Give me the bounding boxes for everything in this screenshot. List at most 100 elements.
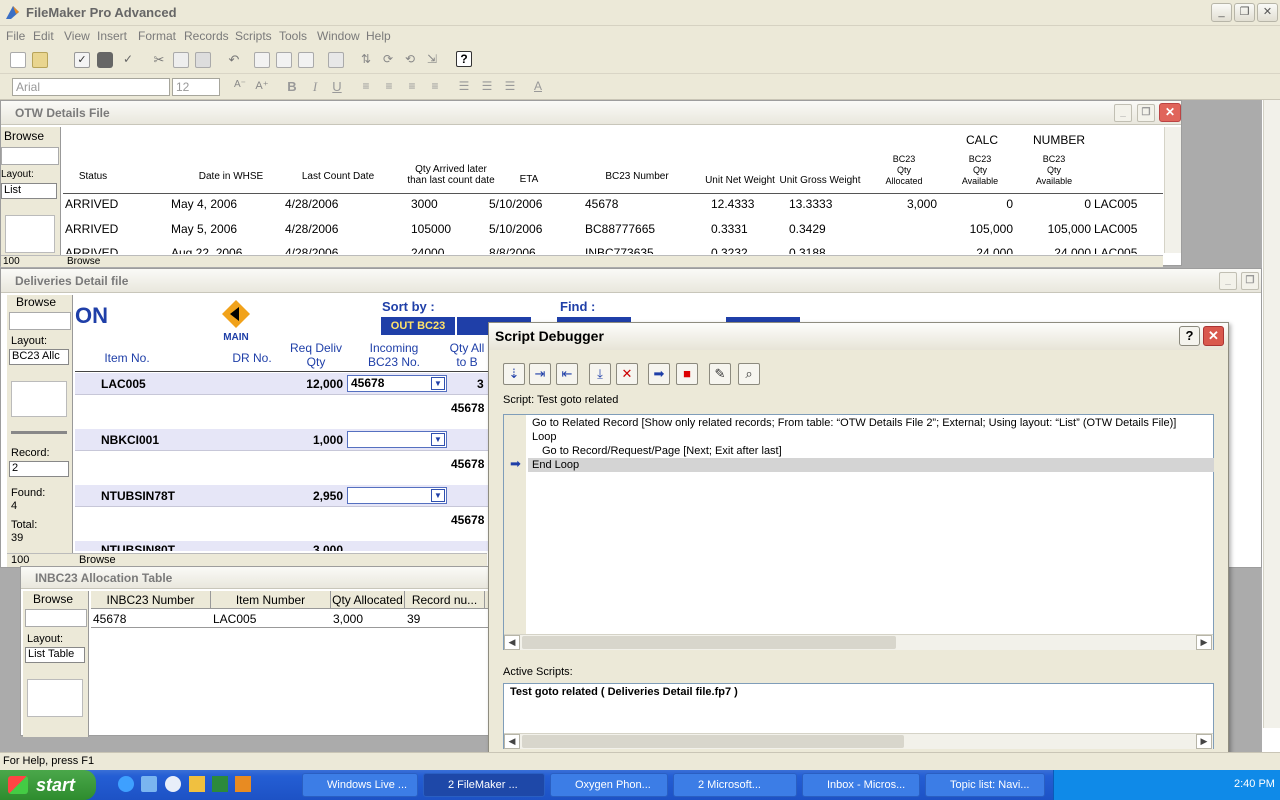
otw-row1-avail-calc[interactable]: 0: [963, 197, 1013, 211]
deliv-restore-button[interactable]: ❐: [1241, 272, 1259, 290]
inbc-row1-number[interactable]: 45678: [93, 612, 126, 626]
main-home-button[interactable]: MAIN: [221, 299, 251, 343]
chevron-down-icon[interactable]: ▼: [431, 377, 445, 390]
menu-view[interactable]: View: [64, 29, 90, 43]
scroll-thumb[interactable]: [522, 636, 896, 649]
script-step-3[interactable]: Go to Record/Request/Page [Next; Exit af…: [542, 445, 782, 457]
otw-minimize-button[interactable]: _: [1114, 104, 1132, 122]
task-oxygen-phone[interactable]: Oxygen Phon...: [550, 773, 668, 797]
font-select[interactable]: Arial: [12, 78, 170, 96]
deliv-row3-bc23-dropdown[interactable]: ▼: [347, 487, 447, 504]
menu-format[interactable]: Format: [138, 29, 176, 43]
deliv-row2-qty[interactable]: 1,000: [293, 433, 343, 447]
otw-row2-item[interactable]: LAC005: [1094, 222, 1137, 236]
menu-file[interactable]: File: [6, 29, 25, 43]
otw-row3-avail-num[interactable]: 24,000: [1039, 246, 1091, 254]
inbc-row1[interactable]: 45678 LAC005 3,000 39: [91, 610, 491, 628]
menu-tools[interactable]: Tools: [279, 29, 307, 43]
otw-row2-qty[interactable]: 105000: [411, 222, 451, 236]
font-size-select[interactable]: 12: [172, 78, 220, 96]
script-horizontal-scrollbar[interactable]: ◀ ▶: [504, 634, 1213, 650]
paste-icon[interactable]: [195, 52, 211, 68]
copy-icon[interactable]: [173, 52, 189, 68]
print-icon[interactable]: [97, 52, 113, 68]
deliv-record-input[interactable]: 2: [9, 461, 69, 477]
script-step-1[interactable]: Go to Related Record [Show only related …: [532, 417, 1176, 429]
app-minimize-button[interactable]: _: [1211, 3, 1232, 22]
messenger-icon[interactable]: [165, 776, 181, 792]
task-windows-live[interactable]: Windows Live ...: [302, 773, 418, 797]
spelling-icon[interactable]: ✓: [120, 52, 136, 68]
deliv-row1-qty[interactable]: 12,000: [293, 377, 343, 391]
deliv-minimize-button[interactable]: _: [1219, 272, 1237, 290]
inbc-col-number[interactable]: INBC23 Number: [91, 591, 211, 609]
otw-row1-qty[interactable]: 3000: [411, 197, 438, 211]
menu-scripts[interactable]: Scripts: [235, 29, 272, 43]
excel-icon[interactable]: [212, 776, 228, 792]
otw-row2-bc23[interactable]: BC88777665: [585, 222, 655, 236]
help-icon[interactable]: ?: [456, 51, 472, 67]
breakpoint-gutter[interactable]: [504, 415, 526, 634]
italic-icon[interactable]: I: [307, 79, 323, 95]
set-next-step-icon[interactable]: ⤓: [589, 363, 611, 385]
clear-breakpoints-icon[interactable]: ✕: [616, 363, 638, 385]
deliv-row1-item[interactable]: LAC005: [101, 377, 146, 391]
task-microsoft[interactable]: 2 Microsoft...: [673, 773, 797, 797]
active-horizontal-scrollbar[interactable]: ◀ ▶: [504, 733, 1213, 749]
sort-out-bc23-button[interactable]: OUT BC23: [381, 317, 455, 335]
scroll-thumb[interactable]: [522, 735, 904, 748]
chevron-down-icon[interactable]: ▼: [431, 489, 445, 502]
otw-row1-date[interactable]: May 4, 2006: [171, 197, 237, 211]
delete-record-icon[interactable]: [298, 52, 314, 68]
deliv-record-slider[interactable]: [11, 431, 67, 434]
debugger-close-button[interactable]: ✕: [1203, 326, 1224, 346]
otw-row3-avail-calc[interactable]: 24,000: [963, 246, 1013, 254]
quicklaunch-icon[interactable]: [141, 776, 157, 792]
ie-icon[interactable]: [118, 776, 134, 792]
inbc-row1-record[interactable]: 39: [407, 612, 420, 626]
app-restore-button[interactable]: ❐: [1234, 3, 1255, 22]
otw-row1-avail-num[interactable]: 0: [1039, 197, 1091, 211]
deliv-footer-mode[interactable]: Browse: [79, 554, 116, 566]
inbc-col-record[interactable]: Record nu...: [405, 591, 485, 609]
inbc-layout-select[interactable]: List Table: [25, 647, 85, 663]
menu-help[interactable]: Help: [366, 29, 391, 43]
otw-close-button[interactable]: ✕: [1159, 103, 1181, 122]
otw-row2-avail-num[interactable]: 105,000: [1039, 222, 1091, 236]
run-icon[interactable]: ➡: [648, 363, 670, 385]
outlook-icon[interactable]: [189, 776, 205, 792]
duplicate-record-icon[interactable]: [276, 52, 292, 68]
deliv-row1-alloc[interactable]: 3: [477, 377, 484, 391]
step-into-icon[interactable]: ⇥: [529, 363, 551, 385]
deliv-layout-select[interactable]: BC23 Allc: [9, 349, 69, 365]
otw-restore-button[interactable]: ❐: [1137, 104, 1155, 122]
sort-icon[interactable]: ⇅: [358, 52, 374, 68]
text-color-icon[interactable]: A: [530, 79, 546, 95]
deliv-row3-qty[interactable]: 2,950: [293, 489, 343, 503]
deliv-book-icon[interactable]: [11, 381, 67, 417]
clock[interactable]: 2:40 PM: [1234, 778, 1275, 790]
otw-row2-eta[interactable]: 5/10/2006: [489, 222, 542, 236]
bold-icon[interactable]: B: [284, 79, 300, 95]
menu-records[interactable]: Records: [184, 29, 229, 43]
app-vertical-scrollbar[interactable]: [1263, 100, 1280, 728]
otw-row1-gross[interactable]: 13.3333: [789, 197, 832, 211]
scroll-right-icon[interactable]: ▶: [1196, 635, 1212, 650]
otw-row3-net[interactable]: 0.3232: [711, 246, 748, 254]
deliv-row3-sub[interactable]: 45678: [451, 513, 484, 527]
inbc-row1-item[interactable]: LAC005: [213, 612, 256, 626]
otw-row1-item[interactable]: LAC005: [1094, 197, 1137, 211]
deliv-row2-item[interactable]: NBKCI001: [101, 433, 159, 447]
relookup-icon[interactable]: ⟲: [402, 52, 418, 68]
deliv-zoom[interactable]: 100: [11, 554, 29, 566]
inbc-col-qty[interactable]: Qty Allocated: [331, 591, 405, 609]
deliv-row2-bc23-dropdown[interactable]: ▼: [347, 431, 447, 448]
inbc-row1-qty[interactable]: 3,000: [333, 612, 363, 626]
justify-icon[interactable]: ≡: [427, 79, 443, 95]
align-right-icon[interactable]: ≡: [404, 79, 420, 95]
otw-row1-net[interactable]: 12.4333: [711, 197, 754, 211]
task-filemaker[interactable]: 2 FileMaker ...: [423, 773, 545, 797]
step-out-icon[interactable]: ⇤: [556, 363, 578, 385]
otw-row3-eta[interactable]: 8/8/2006: [489, 246, 536, 254]
halt-icon[interactable]: ■: [676, 363, 698, 385]
